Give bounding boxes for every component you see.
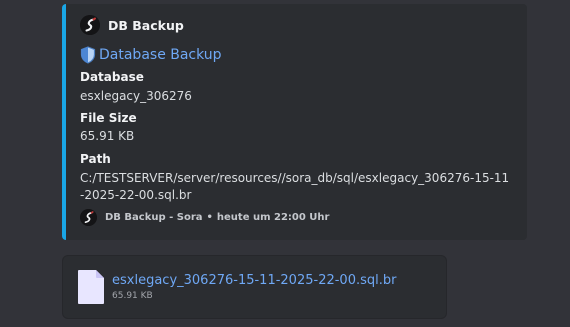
embed-author: DB Backup <box>80 15 184 35</box>
db-backup-logo-icon <box>80 15 100 35</box>
file-attachment[interactable]: esxlegacy_306276-15-11-2025-22-00.sql.br… <box>62 255 447 319</box>
field-name-path: Path <box>80 152 111 166</box>
embed-author-name[interactable]: DB Backup <box>108 18 184 33</box>
backup-embed: DB Backup Database Backup Database esxle… <box>62 4 527 240</box>
footer-separator: • <box>206 212 213 223</box>
field-value-database: esxlegacy_306276 <box>80 89 192 103</box>
field-name-database: Database <box>80 70 144 84</box>
file-icon <box>78 270 104 304</box>
attachment-size: 65.91 KB <box>112 291 153 301</box>
embed-title-row: Database Backup <box>80 46 222 64</box>
field-value-path: C:/TESTSERVER/server/resources//sora_db/… <box>80 171 510 202</box>
attachment-filename-link[interactable]: esxlegacy_306276-15-11-2025-22-00.sql.br <box>112 273 396 288</box>
footer-timestamp: heute um 22:00 Uhr <box>216 212 330 223</box>
embed-title: Database Backup <box>99 47 222 63</box>
message-area: DB Backup Database Backup Database esxle… <box>0 0 570 327</box>
shield-icon <box>80 46 96 64</box>
field-name-file-size: File Size <box>80 111 137 125</box>
footer-logo-icon <box>80 209 97 226</box>
footer-source: DB Backup - Sora <box>105 212 203 223</box>
field-value-file-size: 65.91 KB <box>80 129 135 143</box>
embed-footer: DB Backup - Sora • heute um 22:00 Uhr <box>80 209 329 226</box>
